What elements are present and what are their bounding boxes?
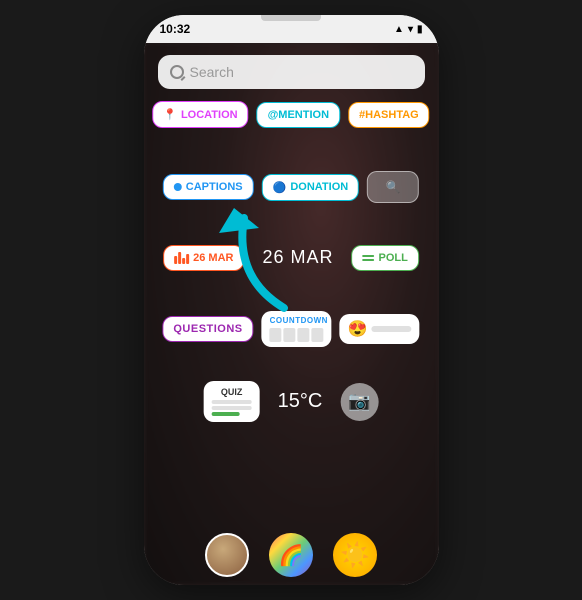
wifi-icon: ▾ (408, 24, 413, 35)
captions-label: CAPTIONS (186, 181, 243, 193)
donation-label: DONATION (290, 181, 348, 193)
hashtag-sticker[interactable]: #HASHTAG (348, 102, 430, 128)
camera-button[interactable]: 📷 (340, 383, 378, 421)
sticker-row-5: QUIZ 15°C 📷 (204, 381, 379, 422)
phone-frame: 10:32 ▲ ▾ ▮ Search 📍 LOCATION @MENTION #… (144, 15, 439, 585)
countdown-label: COUNTDOWN (270, 316, 324, 325)
sticker-row-1: 📍 LOCATION @MENTION #HASHTAG (152, 101, 429, 128)
music-label: 26 MAR (193, 252, 233, 264)
status-icons: ▲ ▾ ▮ (394, 24, 422, 35)
battery-icon: ▮ (417, 24, 423, 35)
date-label: 26 MAR (262, 247, 333, 268)
signal-icon: ▲ (394, 24, 404, 35)
status-time: 10:32 (160, 22, 191, 36)
quiz-line-1 (212, 400, 252, 404)
countdown-block-3 (298, 328, 310, 342)
poll-label: POLL (379, 252, 408, 264)
quiz-line-2 (212, 406, 252, 410)
screen-content: Search 📍 LOCATION @MENTION #HASHTAG CAPT… (144, 43, 439, 585)
search-sticker[interactable]: 🔍 (367, 171, 419, 203)
emoji-bar-line (372, 326, 412, 332)
search-small-icon: 🔍 (386, 180, 401, 194)
sticker-row-3: 26 MAR 26 MAR POLL (163, 241, 419, 274)
countdown-block-2 (284, 328, 296, 342)
search-placeholder: Search (190, 64, 234, 80)
sticker-row-2: CAPTIONS 🔵 DONATION 🔍 (163, 171, 419, 203)
quiz-line-3 (212, 412, 240, 416)
mention-label: @MENTION (268, 109, 329, 121)
countdown-block-1 (270, 328, 282, 342)
poll-lines-icon (363, 255, 375, 261)
location-sticker[interactable]: 📍 LOCATION (152, 101, 248, 128)
mention-sticker[interactable]: @MENTION (257, 102, 340, 128)
countdown-block-4 (312, 328, 324, 342)
quiz-lines (212, 400, 252, 416)
music-bars-icon (174, 252, 189, 264)
location-label: LOCATION (181, 109, 238, 121)
search-bar[interactable]: Search (158, 55, 425, 89)
camera-icon: 📷 (348, 391, 370, 412)
bottom-row: 🌈 ☀️ (144, 533, 439, 577)
boomerang-icon: 🌈 (279, 543, 304, 568)
hashtag-label: #HASHTAG (359, 109, 419, 121)
date-sticker[interactable]: 26 MAR (252, 241, 343, 274)
captions-sticker[interactable]: CAPTIONS (163, 174, 254, 200)
phone-notch (261, 15, 321, 21)
quiz-sticker[interactable]: QUIZ (204, 381, 260, 422)
quiz-label: QUIZ (212, 387, 252, 397)
countdown-blocks (270, 328, 324, 342)
temperature-sticker[interactable]: 15°C (268, 384, 333, 419)
sun-glyph: ☀️ (340, 541, 370, 570)
temperature-label: 15°C (278, 390, 323, 413)
location-pin-icon: 📍 (163, 108, 177, 121)
search-icon (170, 65, 184, 79)
captions-dot-icon (174, 183, 182, 191)
avatar-thumbnail[interactable] (205, 533, 249, 577)
donation-sticker[interactable]: 🔵 DONATION (262, 174, 360, 201)
questions-sticker[interactable]: QUESTIONS (162, 316, 253, 342)
emoji-face-icon: 😍 (348, 319, 368, 339)
questions-label: QUESTIONS (173, 323, 242, 335)
countdown-sticker[interactable]: COUNTDOWN (262, 311, 332, 347)
sticker-row-4: QUESTIONS COUNTDOWN 😍 (162, 311, 419, 347)
emoji-slider-sticker[interactable]: 😍 (340, 314, 420, 344)
poll-sticker[interactable]: POLL (352, 245, 419, 271)
music-sticker[interactable]: 26 MAR (163, 245, 244, 271)
rainbow-icon[interactable]: 🌈 (269, 533, 313, 577)
sun-icon[interactable]: ☀️ (333, 533, 377, 577)
donation-icon: 🔵 (273, 181, 287, 194)
